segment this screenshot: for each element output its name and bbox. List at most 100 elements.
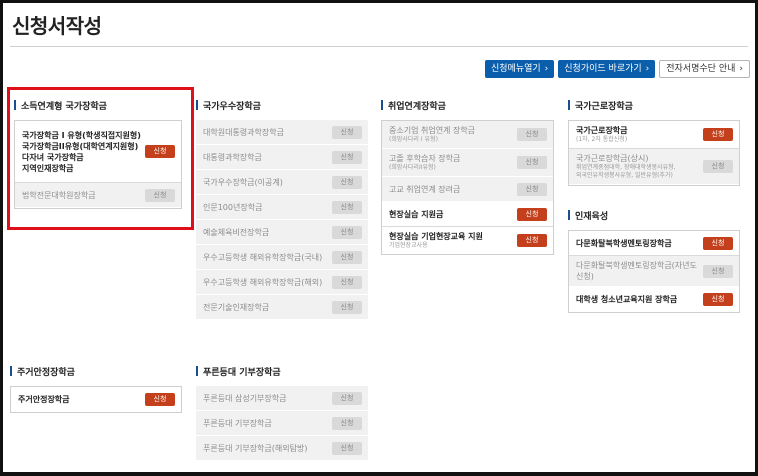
- scholarship-label-group: 다문화탈북학생멘토링장학금(자년도 신청): [576, 256, 703, 286]
- apply-button: 신청: [517, 182, 547, 196]
- scholarship-row: 주거안정장학금 신청: [11, 387, 181, 412]
- scholarship-label-group: 푸른등대 삼성기부장학금: [203, 389, 287, 408]
- apply-guide-label: 신청가이드 바로가기: [564, 64, 642, 74]
- scholarship-list: 대학원대통령과학장학금 신청 대통령과학장학금 신청 국가우수장학금(이공계) 신청 인문1…: [196, 120, 368, 320]
- scholarship-name: 인문100년장학금: [203, 202, 263, 212]
- title-divider: [10, 46, 748, 47]
- section-national-excellence: 국가우수장학금 대학원대통령과학장학금 신청 대통령과학장학금 신청 국가우수장학금(이공…: [196, 98, 368, 320]
- scholarship-row: 현장실습 기업현장교육 지원 기업현장교사용 신청: [382, 227, 553, 254]
- scholarship-name: 현장실습 지원금: [389, 209, 444, 219]
- scholarship-row: 우수고등학생 해외유학장학금(해외) 신청: [196, 270, 368, 295]
- scholarship-subtext: (희망사다리II유형): [389, 164, 436, 171]
- section-marker: [196, 100, 198, 110]
- scholarship-list: 중소기업 취업연계 장학금 (희망사다리 I 유형) 신청 고졸 후학습자 장학금 (희…: [381, 120, 554, 255]
- scholarship-label-group: 주거안정장학금: [18, 390, 70, 409]
- e-signature-guide-button[interactable]: 전자서명수단 안내 ›: [659, 60, 750, 78]
- page-title: 신청서작성: [12, 14, 102, 38]
- scholarship-name: 중소기업 취업연계 장학금: [389, 126, 476, 135]
- apply-button: 신청: [332, 441, 362, 455]
- section-title: 푸른등대 기부장학금: [203, 367, 281, 378]
- scholarship-row: 푸른등대 기부장학금 신청: [196, 411, 368, 436]
- section-title: 취업연계장학금: [388, 101, 446, 112]
- section-title: 인재육성: [575, 211, 609, 222]
- scholarship-row: 다문화탈북학생멘토링장학금 신청: [569, 231, 739, 256]
- scholarship-row: 인문100년장학금 신청: [196, 195, 368, 220]
- apply-button: 신청: [332, 175, 362, 189]
- section-heading: 취업연계장학금: [381, 98, 554, 112]
- section-title: 주거안정장학금: [17, 367, 75, 378]
- scholarship-name: 고졸 후학습자 장학금: [389, 154, 461, 163]
- scholarship-label-group: 우수고등학생 해외유학장학금(해외): [203, 273, 322, 292]
- scholarship-subtext: (희망사다리 I 유형): [389, 136, 438, 143]
- scholarship-row: 대통령과학장학금 신청: [196, 145, 368, 170]
- section-heading: 인재육성: [568, 208, 740, 222]
- scholarship-label-group: 국가근로장학금(상시) 취업연계중점대학, 장애대학생봉사유형, 외국인유학생봉사…: [576, 149, 676, 184]
- scholarship-row: 푸른등대 기부장학금(해외탐방) 신청: [196, 436, 368, 461]
- scholarship-row: 중소기업 취업연계 장학금 (희망사다리 I 유형) 신청: [382, 121, 553, 149]
- scholarship-row: 국가근로장학금(상시) 취업연계중점대학, 장애대학생봉사유형, 외국인유학생봉사…: [569, 149, 739, 185]
- open-apply-menu-button[interactable]: 신청메뉴열기 ›: [484, 60, 555, 78]
- scholarship-name: 주거안정장학금: [18, 395, 70, 404]
- scholarship-name: 대통령과학장학금: [203, 152, 262, 162]
- scholarship-label-group: 대학생 청소년교육지원 장학금: [576, 290, 677, 309]
- e-signature-guide-label: 전자서명수단 안내: [666, 64, 736, 74]
- scholarship-label-group: 중소기업 취업연계 장학금 (희망사다리 I 유형): [389, 121, 475, 148]
- apply-button: 신청: [332, 275, 362, 289]
- scholarship-row: 국가근로장학금 (1차, 2차 통합신청) 신청: [569, 121, 739, 149]
- scholarship-row: 고졸 후학습자 장학금 (희망사다리II유형) 신청: [382, 149, 553, 177]
- section-title: 국가근로장학금: [575, 101, 633, 112]
- section-marker: [381, 100, 383, 110]
- scholarship-label-group: 푸른등대 기부장학금(해외탐방): [203, 439, 307, 458]
- scholarship-name: 대학생 청소년교육지원 장학금: [576, 295, 678, 304]
- scholarship-name: 국가근로장학금(상시): [576, 154, 649, 163]
- scholarship-list: 푸른등대 삼성기부장학금 신청 푸른등대 기부장학금 신청 푸른등대 기부장학금(해외탐…: [196, 386, 368, 461]
- apply-button[interactable]: 신청: [703, 236, 733, 250]
- apply-button: 신청: [332, 200, 362, 214]
- apply-button: 신청: [332, 391, 362, 405]
- apply-button: 신청: [332, 416, 362, 430]
- scholarship-name: 우수고등학생 해외유학장학금(해외): [203, 277, 323, 287]
- apply-button: 신청: [332, 125, 362, 139]
- scholarship-label-group: 전문기술인재장학금: [203, 298, 269, 317]
- section-marker: [568, 100, 570, 110]
- scholarship-label-group: 다문화탈북학생멘토링장학금: [576, 234, 672, 253]
- apply-button[interactable]: 신청: [517, 234, 547, 247]
- apply-button: 신청: [332, 250, 362, 264]
- apply-button: 신청: [332, 300, 362, 314]
- chevron-right-icon: ›: [645, 64, 650, 74]
- apply-button: 신청: [517, 128, 547, 141]
- scholarship-label-group: 국가우수장학금(이공계): [203, 173, 283, 192]
- scholarship-row: 국가우수장학금(이공계) 신청: [196, 170, 368, 195]
- scholarship-list: 국가근로장학금 (1차, 2차 통합신청) 신청 국가근로장학금(상시) 취업연계중점대…: [568, 120, 740, 186]
- apply-button[interactable]: 신청: [703, 128, 733, 141]
- scholarship-name: 대학원대통령과학장학금: [203, 127, 284, 137]
- section-blue-lighthouse: 푸른등대 기부장학금 푸른등대 삼성기부장학금 신청 푸른등대 기부장학금 신청 푸른등대…: [196, 364, 368, 461]
- section-marker: [10, 366, 12, 376]
- scholarship-list: 다문화탈북학생멘토링장학금 신청 다문화탈북학생멘토링장학금(자년도 신청) 신청 대학…: [568, 230, 740, 313]
- top-button-bar: 신청메뉴열기 › 신청가이드 바로가기 › 전자서명수단 안내 ›: [484, 60, 750, 78]
- scholarship-label-group: 대통령과학장학금: [203, 148, 262, 167]
- open-apply-menu-label: 신청메뉴열기: [490, 64, 541, 74]
- scholarship-list: 주거안정장학금 신청: [10, 386, 182, 413]
- scholarship-row: 고교 취업연계 장려금 신청: [382, 177, 553, 202]
- scholarship-label-group: 고교 취업연계 장려금: [389, 180, 460, 199]
- section-heading: 푸른등대 기부장학금: [196, 364, 368, 378]
- section-talent-development: 인재육성 다문화탈북학생멘토링장학금 신청 다문화탈북학생멘토링장학금(자년도 신청)…: [568, 208, 740, 313]
- chevron-right-icon: ›: [739, 64, 743, 74]
- apply-guide-button[interactable]: 신청가이드 바로가기 ›: [558, 60, 656, 78]
- section-housing-stability: 주거안정장학금 주거안정장학금 신청: [10, 364, 182, 413]
- chevron-right-icon: ›: [544, 64, 549, 74]
- apply-button[interactable]: 신청: [703, 293, 733, 306]
- scholarship-row: 현장실습 지원금 신청: [382, 202, 553, 227]
- scholarship-row: 예술체육비전장학금 신청: [196, 220, 368, 245]
- apply-button: 신청: [703, 264, 733, 278]
- scholarship-row: 전문기술인재장학금 신청: [196, 295, 368, 320]
- apply-button: 신청: [703, 160, 733, 173]
- scholarship-name: 현장실습 기업현장교육 지원: [389, 232, 483, 241]
- scholarship-name: 다문화탈북학생멘토링장학금(자년도 신청): [576, 261, 697, 281]
- scholarship-label-group: 국가근로장학금 (1차, 2차 통합신청): [576, 121, 628, 148]
- apply-button[interactable]: 신청: [517, 207, 547, 221]
- apply-button[interactable]: 신청: [145, 393, 175, 406]
- section-marker: [568, 210, 570, 220]
- scholarship-name: 국가근로장학금: [576, 126, 628, 135]
